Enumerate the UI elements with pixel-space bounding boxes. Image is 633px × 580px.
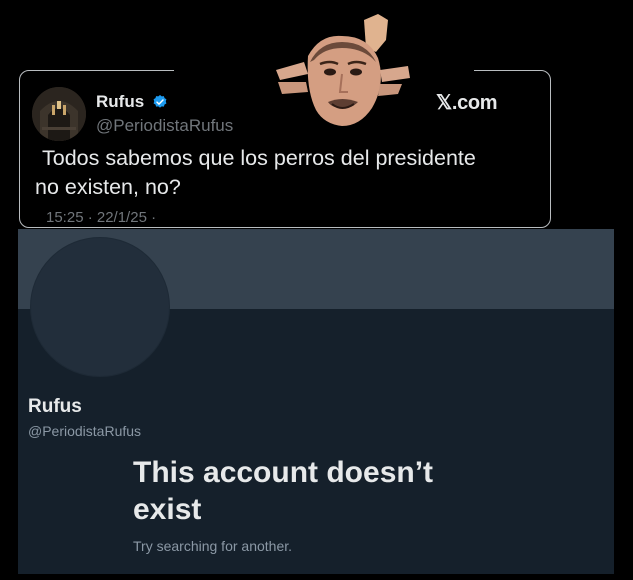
tweet-display-name[interactable]: Rufus: [96, 92, 144, 112]
profile-avatar-placeholder: [30, 237, 170, 377]
empty-title-line: This account doesn’t: [133, 456, 434, 489]
verified-badge-icon: [153, 95, 167, 108]
tweet-text: Todos sabemos que los perros del preside…: [35, 144, 555, 202]
tweet-timestamp[interactable]: 15:25 · 22/1/25 ·: [46, 209, 156, 226]
empty-title-line: exist: [133, 493, 202, 526]
x-logo-icon: 𝕏.com: [436, 92, 498, 114]
account-not-found-subtitle: Try searching for another.: [133, 538, 293, 554]
tweet-text-line: no existen, no?: [35, 175, 181, 199]
tweet-handle[interactable]: @PeriodistaRufus: [96, 116, 233, 136]
profile-display-name: Rufus: [28, 396, 82, 417]
avatar-photo: [32, 87, 86, 141]
profile-handle: @PeriodistaRufus: [28, 423, 142, 439]
tweet-avatar[interactable]: [32, 87, 86, 141]
tweet-text-line: Todos sabemos que los perros del preside…: [42, 146, 476, 170]
account-not-found-title: This account doesn’t exist: [133, 454, 493, 528]
face-sticker-image: [272, 14, 410, 130]
profile-screenshot: Rufus @PeriodistaRufus This account does…: [18, 229, 614, 574]
